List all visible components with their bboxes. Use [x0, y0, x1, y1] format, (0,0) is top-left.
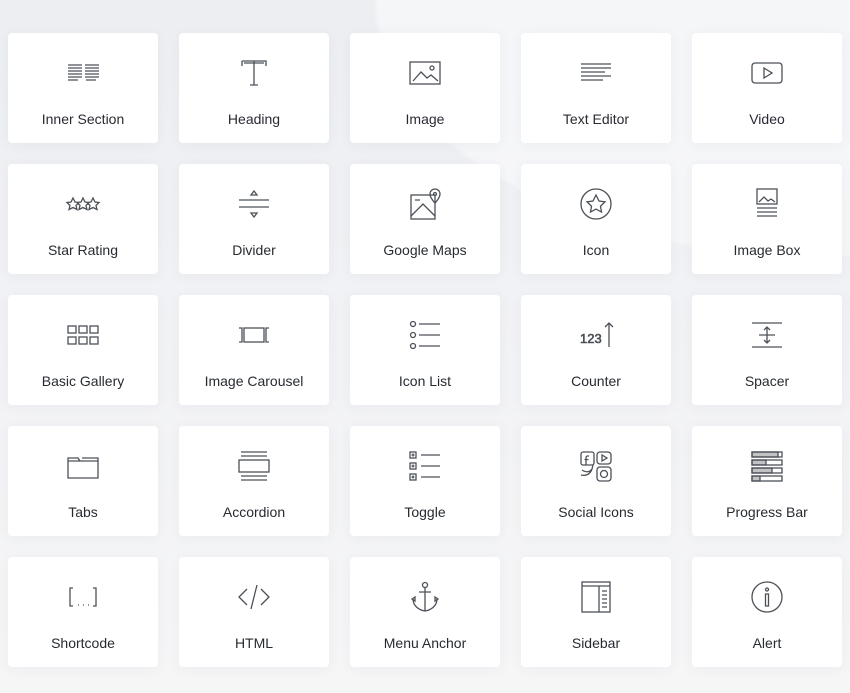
- widget-label: Inner Section: [41, 111, 125, 127]
- widget-label: Counter: [571, 373, 621, 389]
- social-icons-icon: [578, 448, 614, 484]
- carousel-icon: [236, 317, 272, 353]
- widget-label: Text Editor: [562, 111, 630, 127]
- widget-google-maps[interactable]: Google Maps: [350, 164, 500, 274]
- star-rating-icon: [65, 186, 101, 222]
- code-icon: [236, 579, 272, 615]
- text-editor-icon: [578, 55, 614, 91]
- widget-grid: Inner Section Heading Image Text Editor Vide…: [8, 33, 842, 667]
- widget-alert[interactable]: Alert: [692, 557, 842, 667]
- widget-label: Toggle: [404, 504, 446, 520]
- widget-label: Icon: [582, 242, 610, 258]
- widget-social-icons[interactable]: Social Icons: [521, 426, 671, 536]
- widget-label: Progress Bar: [726, 504, 808, 520]
- widget-label: Basic Gallery: [41, 373, 125, 389]
- tabs-icon: [65, 448, 101, 484]
- widget-image[interactable]: Image: [350, 33, 500, 143]
- widget-text-editor[interactable]: Text Editor: [521, 33, 671, 143]
- widget-menu-anchor[interactable]: Menu Anchor: [350, 557, 500, 667]
- progress-bar-icon: [749, 448, 785, 484]
- widget-label: Spacer: [744, 373, 790, 389]
- star-circle-icon: [578, 186, 614, 222]
- widget-label: Heading: [227, 111, 281, 127]
- widget-star-rating[interactable]: Star Rating: [8, 164, 158, 274]
- widget-label: Star Rating: [47, 242, 119, 258]
- svg-text:123: 123: [580, 331, 602, 346]
- anchor-icon: [407, 579, 443, 615]
- widget-label: HTML: [234, 635, 274, 651]
- widget-toggle[interactable]: Toggle: [350, 426, 500, 536]
- widget-basic-gallery[interactable]: Basic Gallery: [8, 295, 158, 405]
- divider-icon: [236, 186, 272, 222]
- widget-label: Divider: [232, 242, 276, 258]
- widget-spacer[interactable]: Spacer: [692, 295, 842, 405]
- widget-label: Google Maps: [383, 242, 467, 258]
- widget-label: Menu Anchor: [383, 635, 467, 651]
- widget-html[interactable]: HTML: [179, 557, 329, 667]
- image-box-icon: [749, 186, 785, 222]
- widget-label: Image: [405, 111, 445, 127]
- widget-progress-bar[interactable]: Progress Bar: [692, 426, 842, 536]
- widget-counter[interactable]: 123 Counter: [521, 295, 671, 405]
- widget-label: Accordion: [222, 504, 286, 520]
- widget-label: Icon List: [398, 373, 452, 389]
- heading-icon: [236, 55, 272, 91]
- widget-icon-list[interactable]: Icon List: [350, 295, 500, 405]
- widget-inner-section[interactable]: Inner Section: [8, 33, 158, 143]
- image-icon: [407, 55, 443, 91]
- widget-label: Shortcode: [51, 635, 115, 651]
- widget-image-box[interactable]: Image Box: [692, 164, 842, 274]
- spacer-icon: [749, 317, 785, 353]
- widget-label: Social Icons: [558, 504, 634, 520]
- widget-sidebar[interactable]: Sidebar: [521, 557, 671, 667]
- widget-tabs[interactable]: Tabs: [8, 426, 158, 536]
- toggle-icon: [407, 448, 443, 484]
- accordion-icon: [236, 448, 272, 484]
- google-maps-icon: [407, 186, 443, 222]
- widget-label: Image Carousel: [204, 373, 304, 389]
- widget-icon[interactable]: Icon: [521, 164, 671, 274]
- widget-label: Sidebar: [571, 635, 621, 651]
- info-icon: [749, 579, 785, 615]
- shortcode-icon: [65, 579, 101, 615]
- counter-icon: 123: [578, 317, 614, 353]
- video-icon: [749, 55, 785, 91]
- widget-image-carousel[interactable]: Image Carousel: [179, 295, 329, 405]
- widget-label: Alert: [752, 635, 782, 651]
- inner-section-icon: [65, 55, 101, 91]
- sidebar-icon: [578, 579, 614, 615]
- widget-label: Video: [749, 111, 785, 127]
- icon-list-icon: [407, 317, 443, 353]
- widget-heading[interactable]: Heading: [179, 33, 329, 143]
- gallery-icon: [65, 317, 101, 353]
- widget-label: Image Box: [733, 242, 801, 258]
- widget-divider[interactable]: Divider: [179, 164, 329, 274]
- widget-video[interactable]: Video: [692, 33, 842, 143]
- widget-label: Tabs: [68, 504, 98, 520]
- widget-shortcode[interactable]: Shortcode: [8, 557, 158, 667]
- widget-accordion[interactable]: Accordion: [179, 426, 329, 536]
